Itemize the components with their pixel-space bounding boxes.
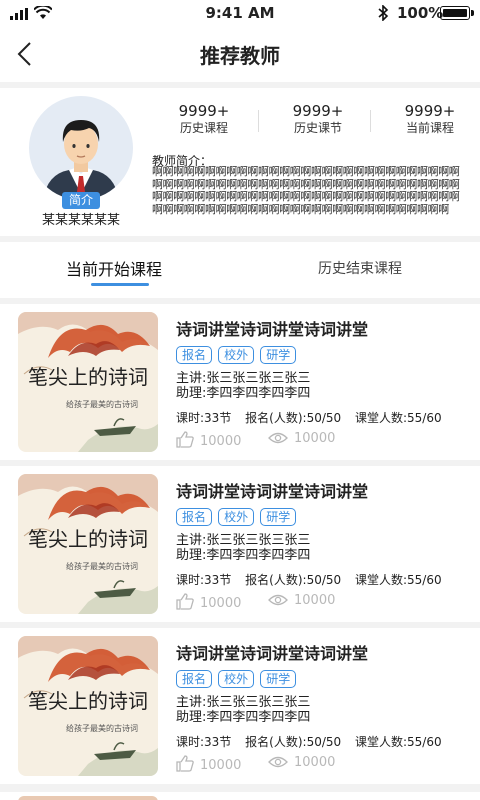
lesson-count: 课时:33节	[176, 573, 232, 587]
course-card[interactable]: 笔尖上的诗词 给孩子最美的古诗词 诗词讲堂诗词讲堂诗词讲堂 报名 校外 研学 主…	[0, 628, 480, 784]
view-count: 10000	[268, 755, 335, 770]
cover-subtitle: 给孩子最美的古诗词	[66, 723, 138, 733]
stat-value: 9999+	[404, 102, 456, 120]
cover-illustration: 笔尖上的诗词 给孩子最美的古诗词	[18, 636, 158, 776]
course-cover: 笔尖上的诗词 给孩子最美的古诗词	[18, 636, 158, 776]
teacher-card: 简介 某某某某某某 9999+ 历史课程 9999+ 历史课节 9999+ 当前…	[0, 88, 480, 236]
course-title: 诗词讲堂诗词讲堂诗词讲堂	[176, 644, 369, 663]
thumbs-up-icon	[176, 593, 194, 610]
course-lecturer: 主讲:张三张三张三张三	[176, 695, 311, 710]
view-count: 10000	[268, 431, 335, 446]
course-assistant: 助理:李四李四李四李四	[176, 548, 311, 563]
cover-illustration: 笔尖上的诗词 给孩子最美的古诗词	[18, 312, 158, 452]
stat-history-courses: 9999+ 历史课程	[150, 102, 258, 136]
view-count-value: 10000	[294, 755, 336, 770]
course-cover-peek	[18, 796, 158, 800]
divider	[258, 110, 259, 132]
cover-subtitle: 给孩子最美的古诗词	[66, 561, 138, 571]
course-cover: 笔尖上的诗词 给孩子最美的古诗词	[18, 312, 158, 452]
divider	[370, 110, 371, 132]
course-title: 诗词讲堂诗词讲堂诗词讲堂	[176, 482, 369, 501]
tag-offcampus: 校外	[218, 346, 255, 364]
tag-study-tour: 研学	[260, 346, 297, 364]
course-card[interactable]: 笔尖上的诗词 给孩子最美的古诗词 诗词讲堂诗词讲堂诗词讲堂 报名 校外 研学 主…	[0, 466, 480, 622]
page-title: 推荐教师	[200, 44, 280, 68]
tag-signup: 报名	[176, 346, 213, 364]
capacity-count: 课堂人数:55/60	[354, 573, 442, 587]
like-count-value: 10000	[200, 434, 242, 449]
course-tags: 报名 校外 研学	[176, 668, 297, 688]
like-count-value: 10000	[200, 758, 242, 773]
like-count[interactable]: 10000	[176, 593, 241, 611]
stat-value: 9999+	[178, 102, 230, 120]
like-count-value: 10000	[200, 596, 242, 611]
course-assistant: 助理:李四李四李四李四	[176, 386, 311, 401]
cover-title: 笔尖上的诗词	[28, 365, 148, 389]
course-meta: 课时:33节 报名(人数):50/50 课堂人数:55/60	[176, 733, 452, 750]
eye-icon	[268, 756, 288, 768]
battery-icon	[440, 6, 474, 20]
teacher-name: 某某某某某某	[41, 213, 120, 228]
stat-current-courses: 9999+ 当前课程	[376, 102, 480, 136]
stat-label: 历史课节	[293, 121, 342, 135]
bio-text: 啊啊啊啊啊啊啊啊啊啊啊啊啊啊啊啊啊啊啊啊啊啊啊啊啊啊啊啊啊啊啊啊啊啊啊啊啊啊啊啊…	[152, 166, 460, 216]
eye-icon	[268, 594, 288, 606]
tag-study-tour: 研学	[260, 670, 297, 688]
lesson-count: 课时:33节	[176, 735, 232, 749]
tag-study-tour: 研学	[260, 508, 297, 526]
bluetooth-icon	[378, 5, 389, 21]
cover-subtitle: 给孩子最美的古诗词	[66, 399, 138, 409]
course-tags: 报名 校外 研学	[176, 506, 297, 526]
cover-title: 笔尖上的诗词	[28, 527, 148, 551]
nav-bar: 推荐教师	[0, 26, 480, 82]
course-lecturer: 主讲:张三张三张三张三	[176, 371, 311, 386]
course-title: 诗词讲堂诗词讲堂诗词讲堂	[176, 320, 369, 339]
course-assistant: 助理:李四李四李四李四	[176, 710, 311, 725]
tab-underline	[91, 283, 149, 286]
cover-title: 笔尖上的诗词	[28, 689, 148, 713]
person-icon	[43, 120, 119, 200]
enrolled-count: 报名(人数):50/50	[245, 411, 342, 425]
course-tags: 报名 校外 研学	[176, 344, 297, 364]
status-bar: 9:41 AM 100%	[0, 0, 480, 26]
lesson-count: 课时:33节	[176, 411, 232, 425]
enrolled-count: 报名(人数):50/50	[245, 735, 342, 749]
course-list: 笔尖上的诗词 给孩子最美的古诗词 诗词讲堂诗词讲堂诗词讲堂 报名 校外 研学 主…	[0, 304, 480, 790]
like-count[interactable]: 10000	[176, 755, 241, 773]
course-lecturer: 主讲:张三张三张三张三	[176, 533, 311, 548]
list-item-peek	[0, 792, 480, 800]
tag-signup: 报名	[176, 670, 213, 688]
capacity-count: 课堂人数:55/60	[354, 735, 442, 749]
tag-offcampus: 校外	[218, 508, 255, 526]
course-tabs: 当前开始课程 历史结束课程	[0, 242, 480, 298]
avatar[interactable]	[29, 96, 133, 200]
thumbs-up-icon	[176, 431, 194, 448]
intro-badge[interactable]: 简介	[62, 192, 100, 209]
view-count: 10000	[268, 593, 335, 608]
battery-percent: 100%	[397, 4, 444, 22]
tag-offcampus: 校外	[218, 670, 255, 688]
course-cover: 笔尖上的诗词 给孩子最美的古诗词	[18, 474, 158, 614]
like-count[interactable]: 10000	[176, 431, 241, 449]
tab-current-courses[interactable]: 当前开始课程	[66, 256, 162, 280]
tab-history-courses[interactable]: 历史结束课程	[318, 258, 402, 278]
stat-value: 9999+	[292, 102, 344, 120]
course-meta: 课时:33节 报名(人数):50/50 课堂人数:55/60	[176, 571, 452, 588]
enrolled-count: 报名(人数):50/50	[245, 573, 342, 587]
stat-history-lessons: 9999+ 历史课节	[264, 102, 372, 136]
stat-label: 历史课程	[179, 121, 228, 135]
stat-label: 当前课程	[405, 121, 454, 135]
cover-illustration: 笔尖上的诗词 给孩子最美的古诗词	[18, 474, 158, 614]
view-count-value: 10000	[294, 593, 336, 608]
course-card[interactable]: 笔尖上的诗词 给孩子最美的古诗词 诗词讲堂诗词讲堂诗词讲堂 报名 校外 研学 主…	[0, 304, 480, 460]
eye-icon	[268, 432, 288, 444]
tag-signup: 报名	[176, 508, 213, 526]
thumbs-up-icon	[176, 755, 194, 772]
view-count-value: 10000	[294, 431, 336, 446]
capacity-count: 课堂人数:55/60	[354, 411, 442, 425]
course-meta: 课时:33节 报名(人数):50/50 课堂人数:55/60	[176, 409, 452, 426]
